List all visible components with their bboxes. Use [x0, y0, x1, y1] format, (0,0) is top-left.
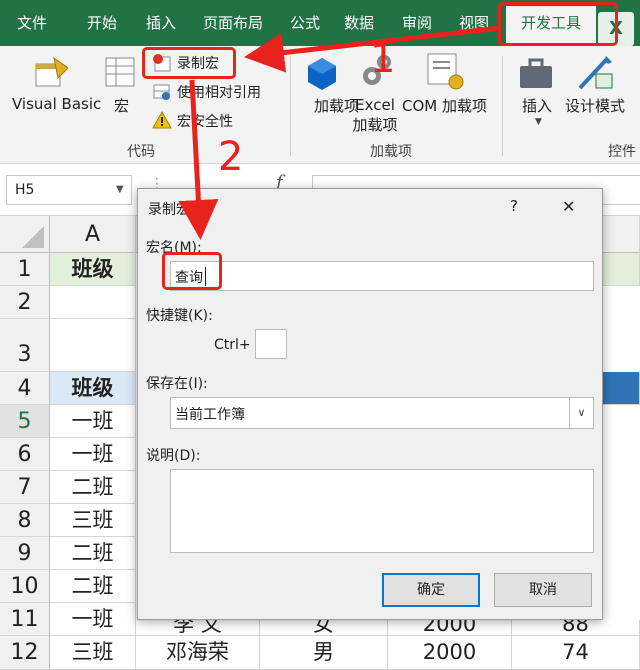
annotation-arrows [178, 25, 501, 240]
arrow-to-macro-name [178, 79, 219, 240]
arrow-to-record-macro [244, 25, 501, 73]
